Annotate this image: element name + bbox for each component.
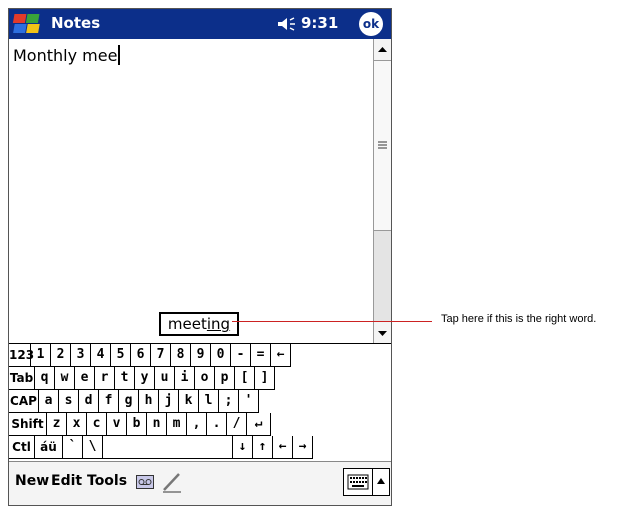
key-0-7[interactable]: 7 — [151, 344, 171, 367]
key-4-2[interactable]: ` — [63, 436, 83, 459]
key-2-4[interactable]: f — [99, 390, 119, 413]
key-2-7[interactable]: j — [159, 390, 179, 413]
note-area[interactable]: Monthly mee — [9, 39, 373, 343]
note-text: Monthly mee — [13, 45, 121, 65]
suggestion-completion: ing — [206, 315, 231, 333]
note-content: Monthly mee — [13, 46, 118, 65]
key-1-2[interactable]: w — [55, 367, 75, 390]
space-key[interactable] — [103, 436, 233, 459]
key-3-4[interactable]: v — [107, 413, 127, 436]
key-2-3[interactable]: d — [79, 390, 99, 413]
arrow-down-icon — [378, 331, 387, 336]
key-4-7[interactable]: ← — [273, 436, 293, 459]
key-2-8[interactable]: k — [179, 390, 199, 413]
key-3-3[interactable]: c — [87, 413, 107, 436]
title-bar: Notes 9:31 ok — [9, 9, 391, 39]
key-1-6[interactable]: y — [135, 367, 155, 390]
key-3-11[interactable]: ↵ — [247, 413, 271, 436]
key-3-1[interactable]: z — [47, 413, 67, 436]
scroll-up-button[interactable] — [374, 39, 391, 61]
key-0-3[interactable]: 3 — [71, 344, 91, 367]
tools-menu[interactable]: Tools — [87, 473, 127, 489]
key-0-9[interactable]: 9 — [191, 344, 211, 367]
key-1-9[interactable]: o — [195, 367, 215, 390]
key-2-1[interactable]: a — [39, 390, 59, 413]
key-1-3[interactable]: e — [75, 367, 95, 390]
key-3-5[interactable]: b — [127, 413, 147, 436]
key-3-10[interactable]: / — [227, 413, 247, 436]
key-0-8[interactable]: 8 — [171, 344, 191, 367]
key-2-10[interactable]: ; — [219, 390, 239, 413]
key-4-0[interactable]: Ctl — [9, 436, 35, 459]
input-panel-button[interactable] — [343, 468, 373, 496]
key-4-5[interactable]: ↓ — [233, 436, 253, 459]
text-caret — [118, 45, 121, 65]
key-1-1[interactable]: q — [35, 367, 55, 390]
grip-icon — [378, 141, 387, 149]
key-0-6[interactable]: 6 — [131, 344, 151, 367]
edit-menu[interactable]: Edit — [51, 473, 82, 489]
key-3-0[interactable]: Shift — [9, 413, 47, 436]
key-4-3[interactable]: \ — [83, 436, 103, 459]
key-2-5[interactable]: g — [119, 390, 139, 413]
key-3-6[interactable]: n — [147, 413, 167, 436]
scroll-down-button[interactable] — [374, 321, 391, 343]
key-3-2[interactable]: x — [67, 413, 87, 436]
suggestion-typed: meet — [167, 315, 207, 333]
recorder-icon[interactable] — [136, 475, 154, 489]
key-0-12[interactable]: = — [251, 344, 271, 367]
pocketpc-screen: Notes 9:31 ok Monthly mee meeting 123 1 … — [8, 8, 392, 506]
key-4-1[interactable]: áü — [35, 436, 63, 459]
key-2-6[interactable]: h — [139, 390, 159, 413]
keyboard-icon — [347, 474, 369, 490]
key-4-6[interactable]: ↑ — [253, 436, 273, 459]
key-0-2[interactable]: 2 — [51, 344, 71, 367]
key-1-0[interactable]: Tab — [9, 367, 35, 390]
key-3-8[interactable]: , — [187, 413, 207, 436]
key-1-5[interactable]: t — [115, 367, 135, 390]
new-menu[interactable]: New — [15, 473, 49, 489]
key-1-10[interactable]: p — [215, 367, 235, 390]
clock[interactable]: 9:31 — [301, 14, 338, 32]
callout-text: Tap here if this is the right word. — [441, 313, 597, 325]
key-0-10[interactable]: 0 — [211, 344, 231, 367]
ok-button[interactable]: ok — [359, 12, 383, 36]
key-2-0[interactable]: CAP — [9, 390, 39, 413]
windows-flag-icon — [12, 14, 40, 33]
speaker-icon[interactable] — [277, 16, 297, 32]
key-2-9[interactable]: l — [199, 390, 219, 413]
key-2-11[interactable]: ' — [239, 390, 259, 413]
key-0-13[interactable]: ← — [271, 344, 291, 367]
callout-line — [232, 321, 432, 322]
key-3-7[interactable]: m — [167, 413, 187, 436]
key-3-9[interactable]: . — [207, 413, 227, 436]
arrow-up-icon — [377, 478, 385, 484]
vertical-scrollbar[interactable] — [373, 39, 391, 343]
start-button[interactable] — [11, 11, 45, 37]
arrow-up-icon — [378, 47, 387, 52]
soft-keyboard: 123 1 2 3 4 5 6 7 8 9 0- = ← Tab q w e r t y u i o p[] CAP a s d f g h… — [9, 343, 391, 461]
key-0-0[interactable]: 123 — [9, 344, 34, 367]
key-2-2[interactable]: s — [59, 390, 79, 413]
key-0-5[interactable]: 5 — [111, 344, 131, 367]
word-suggestion[interactable]: meeting — [159, 312, 239, 336]
key-1-4[interactable]: r — [95, 367, 115, 390]
pen-icon[interactable] — [161, 471, 183, 493]
key-1-8[interactable]: i — [175, 367, 195, 390]
key-0-11[interactable]: - — [231, 344, 251, 367]
app-title: Notes — [51, 14, 101, 32]
key-0-1[interactable]: 1 — [31, 344, 51, 367]
scroll-thumb[interactable] — [374, 61, 391, 231]
menu-bar: New Edit Tools — [9, 461, 391, 505]
key-1-12[interactable]: ] — [255, 367, 275, 390]
key-0-4[interactable]: 4 — [91, 344, 111, 367]
key-4-8[interactable]: → — [293, 436, 313, 459]
input-method-arrow[interactable] — [373, 468, 390, 496]
key-1-11[interactable]: [ — [235, 367, 255, 390]
key-1-7[interactable]: u — [155, 367, 175, 390]
